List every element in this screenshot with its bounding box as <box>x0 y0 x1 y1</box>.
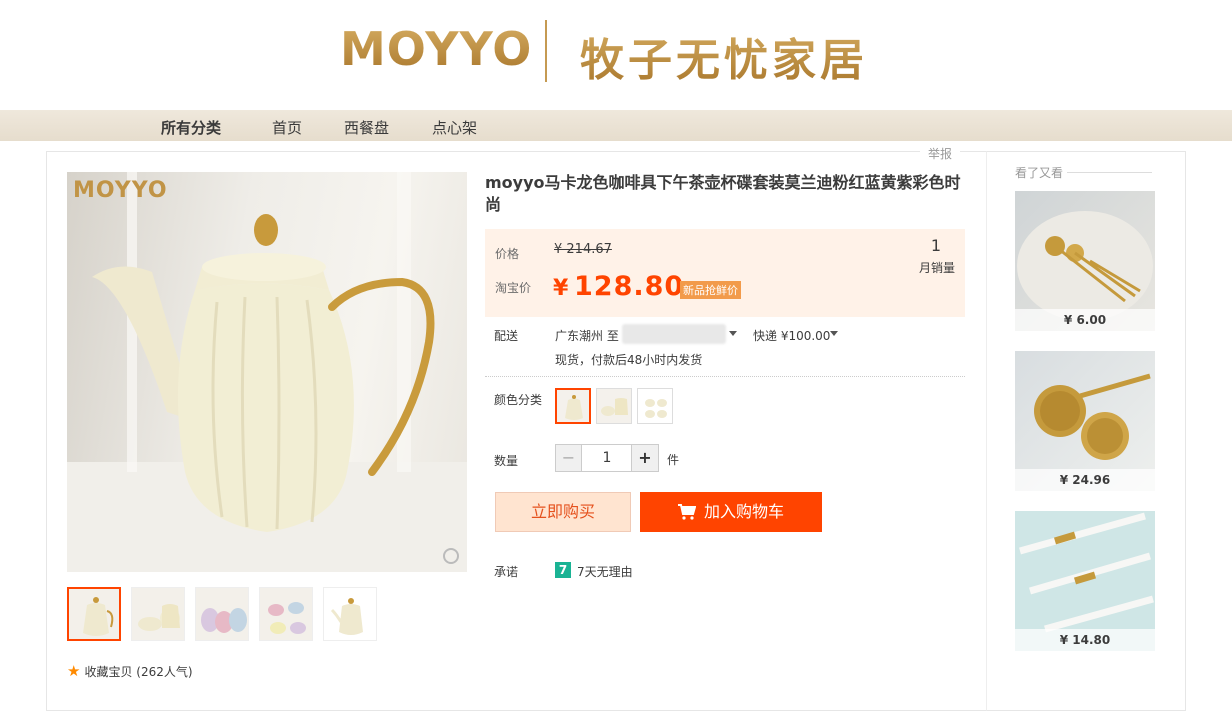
recommend-item-2[interactable]: ¥ 24.96 <box>1015 351 1155 491</box>
favorite-label: 收藏宝贝 (262人气) <box>84 665 193 679</box>
seven-day-return-icon: 7 <box>555 562 571 578</box>
recommend-item-3[interactable]: ¥ 14.80 <box>1015 511 1155 651</box>
quantity-decrease-button[interactable]: − <box>556 445 582 471</box>
recommend-item-1[interactable]: ¥ 6.00 <box>1015 191 1155 331</box>
quantity-unit: 件 <box>667 453 680 467</box>
price-label: 价格 <box>495 247 520 261</box>
recommend-price: ¥ 14.80 <box>1015 629 1155 651</box>
promise-label: 承诺 <box>494 565 519 579</box>
star-icon: ★ <box>67 662 81 680</box>
price-panel: 价格 ¥ 214.67 淘宝价 ¥ 128.80 新品抢鲜价 1 月销量 <box>485 229 965 317</box>
brand-logo-en[interactable]: MOYYO <box>340 22 532 76</box>
recommend-title: 看了又看 <box>1015 166 1064 180</box>
brand-header: MOYYO 牧子无忧家居 <box>0 0 1232 110</box>
zoom-icon[interactable] <box>443 548 459 564</box>
nav-home[interactable]: 首页 <box>272 117 302 138</box>
thumbnail-1[interactable] <box>67 587 121 641</box>
shipping-note: 现货，付款后48小时内发货 <box>555 353 703 367</box>
quantity-label: 数量 <box>494 454 519 468</box>
teapot-image <box>67 172 467 572</box>
report-link[interactable]: 举报 <box>920 145 961 162</box>
current-price: 128.80 <box>574 271 685 302</box>
recommend-price: ¥ 24.96 <box>1015 469 1155 491</box>
divider <box>485 376 965 377</box>
thumbnail-5[interactable] <box>323 587 377 641</box>
monthly-sales-label: 月销量 <box>918 261 955 275</box>
chevron-down-icon[interactable] <box>729 331 737 336</box>
recommend-price: ¥ 6.00 <box>1015 309 1155 331</box>
nav-dessert-stand[interactable]: 点心架 <box>432 117 477 138</box>
ship-to-selector[interactable] <box>622 324 726 344</box>
brand-divider <box>545 20 547 82</box>
nav-all-categories[interactable]: 所有分类 <box>161 117 221 138</box>
thumbnail-3[interactable] <box>195 587 249 641</box>
divider <box>1067 172 1152 173</box>
thumbnail-2[interactable] <box>131 587 185 641</box>
promise-text[interactable]: 7天无理由 <box>577 563 633 580</box>
currency-symbol: ¥ <box>553 276 569 301</box>
quantity-input[interactable]: 1 <box>583 445 631 471</box>
cart-icon <box>677 495 697 535</box>
original-price: ¥ 214.67 <box>554 242 612 257</box>
chevron-down-icon[interactable] <box>830 331 838 336</box>
shipping-label: 配送 <box>494 329 519 343</box>
color-option-1[interactable] <box>555 388 591 424</box>
thumbnail-4[interactable] <box>259 587 313 641</box>
shipping-fee[interactable]: 快递 ¥100.00 <box>753 327 830 344</box>
color-label: 颜色分类 <box>494 393 543 407</box>
taobao-price-label: 淘宝价 <box>495 281 532 295</box>
favorite-button[interactable]: ★ 收藏宝贝 (262人气) <box>67 662 193 680</box>
add-to-cart-label: 加入购物车 <box>703 502 784 521</box>
quantity-increase-button[interactable]: + <box>631 445 658 471</box>
nav-western-plates[interactable]: 西餐盘 <box>344 117 389 138</box>
add-to-cart-button[interactable]: 加入购物车 <box>640 492 822 532</box>
ship-from: 广东潮州 至 <box>555 329 619 343</box>
brand-logo-cn[interactable]: 牧子无忧家居 <box>580 24 868 88</box>
watermark-logo: MOYYO <box>73 178 168 203</box>
color-option-2[interactable] <box>596 388 632 424</box>
quantity-stepper: − 1 + <box>555 444 659 472</box>
product-title: moyyo马卡龙色咖啡具下午茶壶杯碟套装莫兰迪粉红蓝黄紫彩色时尚 <box>485 173 961 214</box>
shop-nav: 所有分类 首页 西餐盘 点心架 <box>0 110 1232 141</box>
main-product-image[interactable]: MOYYO <box>67 172 467 572</box>
price-tag-badge: 新品抢鲜价 <box>680 281 741 299</box>
color-option-3[interactable] <box>637 388 673 424</box>
monthly-sales-count: 1 <box>930 236 941 255</box>
buy-now-button[interactable]: 立即购买 <box>495 492 631 532</box>
